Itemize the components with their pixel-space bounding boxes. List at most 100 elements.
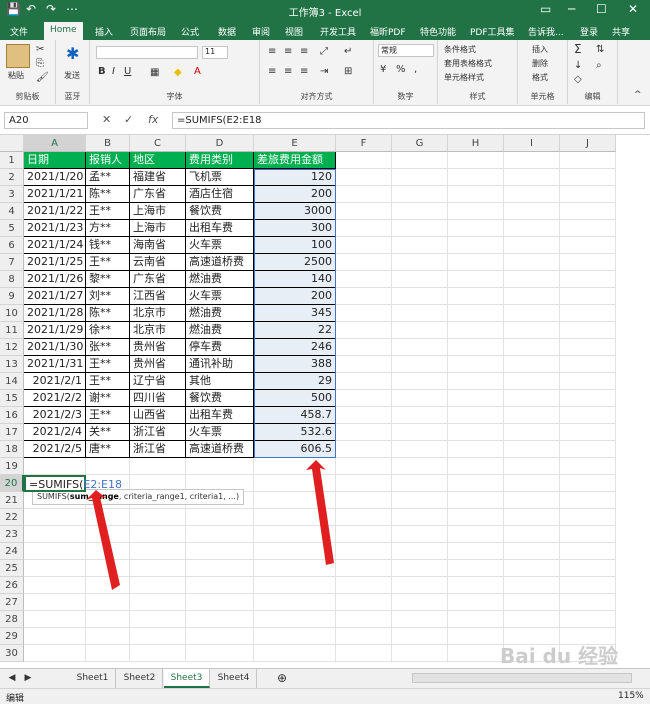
empty-cell[interactable] <box>448 509 504 526</box>
row-header-14[interactable]: 14 <box>0 373 24 390</box>
table-cell[interactable]: 2021/1/22 <box>24 203 86 220</box>
empty-cell[interactable] <box>560 475 616 492</box>
empty-cell[interactable] <box>504 322 560 339</box>
table-cell[interactable]: 飞机票 <box>186 169 254 186</box>
tab-formulas[interactable]: 公式 <box>181 25 199 38</box>
conditional-format-button[interactable]: 条件格式 <box>444 44 476 55</box>
empty-cell[interactable] <box>504 339 560 356</box>
empty-cell[interactable] <box>504 526 560 543</box>
empty-cell[interactable] <box>186 611 254 628</box>
bluetooth-icon[interactable]: ✱ <box>66 44 79 63</box>
row-header-26[interactable]: 26 <box>0 577 24 594</box>
table-cell[interactable]: 上海市 <box>130 203 186 220</box>
table-cell[interactable]: 贵州省 <box>130 356 186 373</box>
empty-cell[interactable] <box>336 577 392 594</box>
empty-cell[interactable] <box>504 237 560 254</box>
cut-icon[interactable]: ✂ <box>36 44 44 55</box>
empty-cell[interactable] <box>86 577 130 594</box>
table-cell[interactable]: 火车票 <box>186 424 254 441</box>
empty-cell[interactable] <box>24 611 86 628</box>
table-cell[interactable]: 王** <box>86 203 130 220</box>
empty-cell[interactable] <box>560 543 616 560</box>
empty-cell[interactable] <box>560 305 616 322</box>
table-cell[interactable]: 江西省 <box>130 288 186 305</box>
tab-file[interactable]: 文件 <box>10 25 28 38</box>
empty-cell[interactable] <box>186 560 254 577</box>
empty-cell[interactable] <box>24 543 86 560</box>
italic-button[interactable]: I <box>112 66 115 77</box>
table-cell[interactable]: 2021/1/25 <box>24 254 86 271</box>
empty-cell[interactable] <box>448 271 504 288</box>
empty-cell[interactable] <box>392 271 448 288</box>
table-cell[interactable]: 200 <box>254 186 336 203</box>
empty-cell[interactable] <box>448 458 504 475</box>
empty-cell[interactable] <box>186 543 254 560</box>
empty-cell[interactable] <box>560 526 616 543</box>
table-cell[interactable]: 浙江省 <box>130 441 186 458</box>
table-cell[interactable]: 广东省 <box>130 271 186 288</box>
table-cell[interactable]: 2021/2/1 <box>24 373 86 390</box>
empty-cell[interactable] <box>336 152 392 169</box>
percent-icon[interactable]: % <box>396 64 406 75</box>
empty-cell[interactable] <box>560 390 616 407</box>
clear-icon[interactable]: ◇ <box>574 74 582 85</box>
empty-cell[interactable] <box>24 509 86 526</box>
empty-cell[interactable] <box>392 611 448 628</box>
empty-cell[interactable] <box>448 186 504 203</box>
empty-cell[interactable] <box>24 458 86 475</box>
table-header-cell[interactable]: 报销人 <box>86 152 130 169</box>
format-painter-icon[interactable]: 🖌 <box>36 72 49 83</box>
table-cell[interactable]: 餐饮费 <box>186 203 254 220</box>
empty-cell[interactable] <box>336 390 392 407</box>
table-cell[interactable]: 黎** <box>86 271 130 288</box>
empty-cell[interactable] <box>504 441 560 458</box>
empty-cell[interactable] <box>448 441 504 458</box>
empty-cell[interactable] <box>336 356 392 373</box>
tab-special[interactable]: 特色功能 <box>420 25 456 38</box>
empty-cell[interactable] <box>336 526 392 543</box>
empty-cell[interactable] <box>504 186 560 203</box>
empty-cell[interactable] <box>186 645 254 662</box>
empty-cell[interactable] <box>560 220 616 237</box>
table-cell[interactable]: 200 <box>254 288 336 305</box>
empty-cell[interactable] <box>448 424 504 441</box>
empty-cell[interactable] <box>336 492 392 509</box>
empty-cell[interactable] <box>186 577 254 594</box>
empty-cell[interactable] <box>392 305 448 322</box>
empty-cell[interactable] <box>560 458 616 475</box>
empty-cell[interactable] <box>448 543 504 560</box>
empty-cell[interactable] <box>504 611 560 628</box>
table-cell[interactable]: 2021/1/23 <box>24 220 86 237</box>
tab-sheet1[interactable]: Sheet1 <box>70 669 116 688</box>
tell-me-search[interactable]: 告诉我... <box>528 25 564 38</box>
tab-sheet3[interactable]: Sheet3 <box>164 669 210 688</box>
empty-cell[interactable] <box>504 475 560 492</box>
empty-cell[interactable] <box>560 441 616 458</box>
empty-cell[interactable] <box>560 628 616 645</box>
row-header-12[interactable]: 12 <box>0 339 24 356</box>
send-button[interactable]: 发送 <box>64 70 80 81</box>
table-cell[interactable]: 北京市 <box>130 305 186 322</box>
row-header-13[interactable]: 13 <box>0 356 24 373</box>
tab-data[interactable]: 数据 <box>218 25 236 38</box>
empty-cell[interactable] <box>336 543 392 560</box>
row-header-8[interactable]: 8 <box>0 271 24 288</box>
empty-cell[interactable] <box>254 611 336 628</box>
horizontal-scrollbar[interactable] <box>412 673 632 683</box>
empty-cell[interactable] <box>504 152 560 169</box>
column-header-j[interactable]: J <box>560 135 616 152</box>
format-table-button[interactable]: 套用表格格式 <box>444 58 492 69</box>
row-header-27[interactable]: 27 <box>0 594 24 611</box>
empty-cell[interactable] <box>392 322 448 339</box>
empty-cell[interactable] <box>448 492 504 509</box>
orientation-icon[interactable]: ⤢ <box>320 46 328 57</box>
column-header-c[interactable]: C <box>130 135 186 152</box>
empty-cell[interactable] <box>86 458 130 475</box>
tab-review[interactable]: 审阅 <box>252 25 270 38</box>
empty-cell[interactable] <box>392 458 448 475</box>
empty-cell[interactable] <box>392 543 448 560</box>
table-cell[interactable]: 29 <box>254 373 336 390</box>
empty-cell[interactable] <box>86 509 130 526</box>
empty-cell[interactable] <box>504 220 560 237</box>
table-cell[interactable]: 高速道桥费 <box>186 441 254 458</box>
